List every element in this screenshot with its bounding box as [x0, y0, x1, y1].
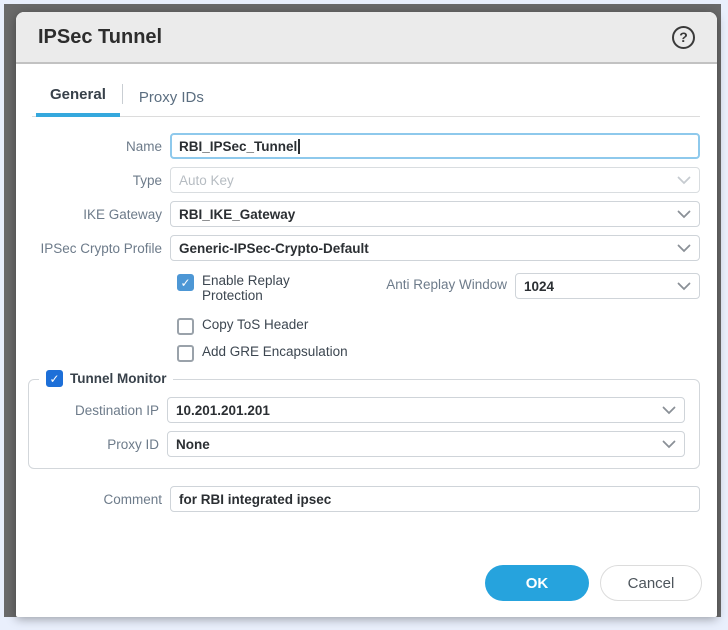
- type-value: Auto Key: [179, 173, 234, 188]
- anti-replay-window-label: Anti Replay Window: [306, 277, 515, 292]
- proxy-id-value: None: [176, 437, 210, 452]
- proxy-id-row: Proxy ID None: [29, 431, 685, 457]
- chevron-down-icon: [677, 210, 691, 219]
- dialog-titlebar: IPSec Tunnel ?: [16, 12, 717, 64]
- ok-button[interactable]: OK: [485, 565, 589, 601]
- tunnel-monitor-label: Tunnel Monitor: [63, 371, 166, 386]
- chevron-down-icon: [677, 282, 691, 291]
- ipsec-crypto-profile-label: IPSec Crypto Profile: [16, 241, 170, 256]
- ipsec-crypto-profile-row: IPSec Crypto Profile Generic-IPSec-Crypt…: [16, 235, 700, 261]
- destination-ip-value: 10.201.201.201: [176, 403, 270, 418]
- proxy-id-label: Proxy ID: [29, 437, 167, 452]
- destination-ip-label: Destination IP: [29, 403, 167, 418]
- replay-protection-row: ✓ Enable Replay Protection Anti Replay W…: [177, 273, 700, 303]
- dialog-footer: OK Cancel: [16, 565, 717, 617]
- name-value: RBI_IPSec_Tunnel: [179, 139, 297, 154]
- proxy-id-select[interactable]: None: [167, 431, 685, 457]
- destination-ip-select[interactable]: 10.201.201.201: [167, 397, 685, 423]
- cancel-button[interactable]: Cancel: [600, 565, 702, 601]
- anti-replay-window-value: 1024: [524, 279, 554, 294]
- tab-bar: General Proxy IDs: [32, 80, 700, 117]
- copy-tos-header-checkbox[interactable]: [177, 318, 194, 335]
- enable-replay-protection-label: Enable Replay Protection: [194, 273, 306, 303]
- type-label: Type: [16, 173, 170, 188]
- comment-value: for RBI integrated ipsec: [179, 492, 331, 507]
- tab-general[interactable]: General: [36, 80, 120, 117]
- add-gre-encapsulation-row: Add GRE Encapsulation: [177, 344, 700, 362]
- tunnel-monitor-checkbox[interactable]: ✓: [46, 370, 63, 387]
- destination-ip-row: Destination IP 10.201.201.201: [29, 397, 685, 423]
- copy-tos-header-row: Copy ToS Header: [177, 317, 700, 335]
- ike-gateway-value: RBI_IKE_Gateway: [179, 207, 295, 222]
- dialog-title: IPSec Tunnel: [38, 26, 162, 49]
- text-cursor: [298, 139, 300, 154]
- tab-divider: [122, 84, 123, 104]
- type-row: Type Auto Key: [16, 167, 700, 193]
- comment-input[interactable]: for RBI integrated ipsec: [170, 486, 700, 512]
- enable-replay-protection-checkbox[interactable]: ✓: [177, 274, 194, 291]
- tunnel-monitor-legend: ✓ Tunnel Monitor: [39, 369, 173, 387]
- comment-label: Comment: [16, 492, 170, 507]
- help-icon[interactable]: ?: [672, 26, 695, 49]
- ipsec-crypto-profile-value: Generic-IPSec-Crypto-Default: [179, 241, 369, 256]
- ike-gateway-select[interactable]: RBI_IKE_Gateway: [170, 201, 700, 227]
- type-select: Auto Key: [170, 167, 700, 193]
- general-tab-panel: Name RBI_IPSec_Tunnel Type Auto Key IKE …: [16, 117, 717, 565]
- ipsec-crypto-profile-select[interactable]: Generic-IPSec-Crypto-Default: [170, 235, 700, 261]
- name-row: Name RBI_IPSec_Tunnel: [16, 133, 700, 159]
- add-gre-encapsulation-checkbox[interactable]: [177, 345, 194, 362]
- chevron-down-icon: [662, 440, 676, 449]
- tab-proxy-ids[interactable]: Proxy IDs: [125, 83, 218, 116]
- name-input[interactable]: RBI_IPSec_Tunnel: [170, 133, 700, 159]
- comment-row: Comment for RBI integrated ipsec: [16, 486, 700, 512]
- chevron-down-icon: [662, 406, 676, 415]
- name-label: Name: [16, 139, 170, 154]
- ike-gateway-row: IKE Gateway RBI_IKE_Gateway: [16, 201, 700, 227]
- copy-tos-header-label: Copy ToS Header: [194, 317, 308, 332]
- ipsec-tunnel-dialog: IPSec Tunnel ? General Proxy IDs Name RB…: [16, 12, 717, 617]
- add-gre-encapsulation-label: Add GRE Encapsulation: [194, 344, 348, 359]
- ike-gateway-label: IKE Gateway: [16, 207, 170, 222]
- anti-replay-window-select[interactable]: 1024: [515, 273, 700, 299]
- tunnel-monitor-group: ✓ Tunnel Monitor Destination IP 10.201.2…: [28, 379, 700, 469]
- chevron-down-icon: [677, 176, 691, 185]
- chevron-down-icon: [677, 244, 691, 253]
